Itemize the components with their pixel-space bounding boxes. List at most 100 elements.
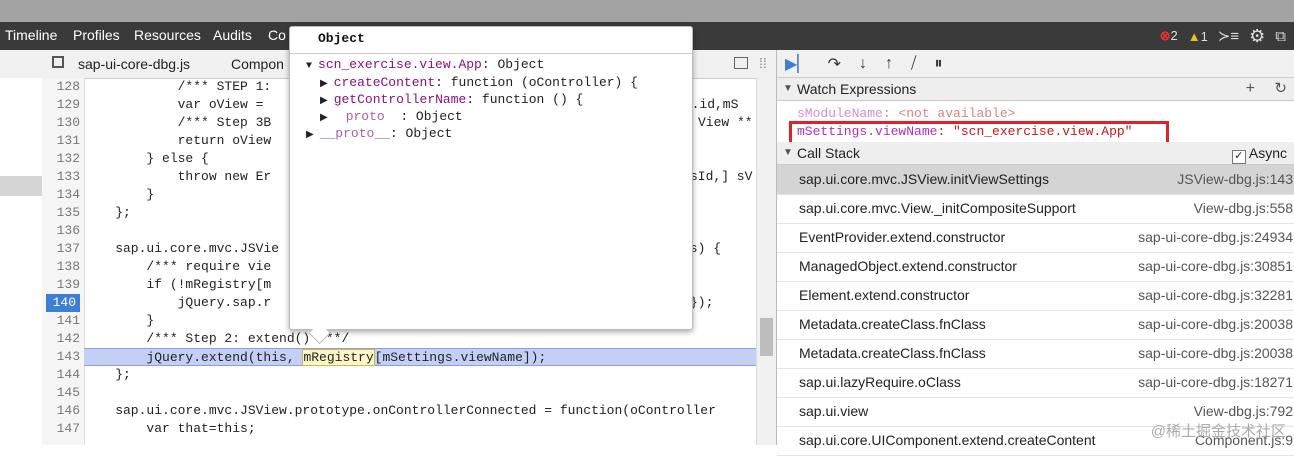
- line-number[interactable]: 141: [42, 312, 80, 330]
- call-frame-function: EventProvider.extend.constructor: [799, 229, 1006, 245]
- line-number[interactable]: 145: [42, 384, 80, 402]
- code-line[interactable]: /*** require vie: [84, 258, 271, 276]
- step-into-icon[interactable]: ↓: [859, 55, 867, 73]
- call-frame-location[interactable]: JSView-dbg.js:143: [1177, 165, 1293, 194]
- call-frame[interactable]: sap.ui.lazyRequire.oClass sap-ui-core-dbg…: [777, 368, 1294, 398]
- code-line[interactable]: jQuery.sap.r: [84, 294, 272, 312]
- code-line[interactable]: return oView: [84, 132, 272, 150]
- code-line[interactable]: };: [84, 204, 131, 222]
- popover-proto-row[interactable]: ▶ __proto__: Object: [306, 125, 452, 142]
- popover-root-row[interactable]: ▼ scn_exercise.view.App: Object: [306, 56, 544, 73]
- tab-profiles[interactable]: Profiles: [73, 22, 120, 50]
- code-line[interactable]: var oView =: [84, 96, 271, 114]
- line-number[interactable]: 129: [42, 96, 80, 114]
- code-line[interactable]: sap.ui.core.mvc.JSView.prototype.onContr…: [84, 402, 716, 420]
- call-frame-location[interactable]: sap-ui-core-dbg.js:20038: [1138, 339, 1293, 368]
- tab-console[interactable]: Co: [268, 22, 286, 50]
- code-line-tail: });: [690, 295, 714, 310]
- debugger-toggle-icon[interactable]: [734, 57, 748, 69]
- code-line[interactable]: }: [84, 312, 154, 330]
- code-line[interactable]: /*** STEP 1:: [84, 78, 279, 96]
- editor-scrollbar[interactable]: [756, 78, 777, 445]
- line-number[interactable]: 137: [42, 240, 80, 258]
- line-number[interactable]: 128: [42, 78, 80, 96]
- line-number[interactable]: 138: [42, 258, 80, 276]
- call-frame-location[interactable]: sap-ui-core-dbg.js:24934: [1138, 223, 1293, 252]
- file-tab-component[interactable]: Compon: [231, 50, 284, 78]
- line-number[interactable]: 144: [42, 366, 80, 384]
- line-number[interactable]: 134: [42, 186, 80, 204]
- code-line[interactable]: /*** Step 3B: [84, 114, 272, 132]
- code-line[interactable]: sap.ui.core.mvc.JSVie: [84, 240, 279, 258]
- code-line[interactable]: }: [84, 186, 154, 204]
- file-tab-sap-ui-core[interactable]: sap-ui-core-dbg.js: [78, 50, 190, 78]
- code-line-tail: View **: [698, 115, 753, 130]
- call-frame-function: Metadata.createClass.fnClass: [799, 345, 986, 361]
- step-over-icon[interactable]: ↷: [828, 54, 841, 74]
- code-line-tail: sId,] sV: [690, 169, 753, 184]
- call-frame-function: sap.ui.view: [799, 403, 869, 419]
- gear-icon[interactable]: ⚙: [1249, 26, 1265, 47]
- scrollbar-thumb[interactable]: [760, 318, 773, 356]
- line-number[interactable]: 132: [42, 150, 80, 168]
- call-frame[interactable]: ManagedObject.extend.constructor sap-ui-c…: [777, 252, 1294, 282]
- code-line[interactable]: throw new Er: [84, 168, 272, 186]
- call-frame[interactable]: Metadata.createClass.fnClass sap-ui-core-…: [777, 310, 1294, 340]
- call-frame-location[interactable]: View-dbg.js:558: [1194, 194, 1293, 223]
- call-frame[interactable]: Metadata.createClass.fnClass sap-ui-core-…: [777, 339, 1294, 369]
- line-number[interactable]: 135: [42, 204, 80, 222]
- add-watch-icon[interactable]: +: [1246, 78, 1255, 100]
- call-frame-location[interactable]: sap-ui-core-dbg.js:32281: [1138, 281, 1293, 310]
- warning-count[interactable]: ▲1: [1188, 29, 1208, 44]
- line-number[interactable]: 147: [42, 420, 80, 438]
- code-line[interactable]: };: [84, 366, 131, 384]
- tab-timeline[interactable]: Timeline: [5, 22, 57, 50]
- line-number[interactable]: 142: [42, 330, 80, 348]
- error-count[interactable]: ⊗2: [1160, 28, 1178, 44]
- current-execution-line[interactable]: jQuery.extend(this, mRegistry[mSettings.…: [84, 348, 756, 366]
- call-frame-function: sap.ui.core.UIComponent.extend.createCon…: [799, 432, 1096, 448]
- line-number[interactable]: 131: [42, 132, 80, 150]
- navigator-pane: [0, 78, 43, 445]
- call-frame[interactable]: EventProvider.extend.constructor sap-ui-c…: [777, 223, 1294, 253]
- line-number[interactable]: 136: [42, 222, 80, 240]
- debugger-toolbar: ▶▏ ↷ ↓ ↑ ⧸ ⏸: [777, 50, 1294, 78]
- call-frame[interactable]: Element.extend.constructor sap-ui-core-db…: [777, 281, 1294, 311]
- code-line[interactable]: if (!mRegistry[m: [84, 276, 271, 294]
- call-frame-location[interactable]: sap-ui-core-dbg.js:18271: [1138, 368, 1293, 397]
- pause-on-exceptions-icon[interactable]: ⏸: [934, 55, 942, 73]
- step-out-icon[interactable]: ↑: [885, 55, 893, 73]
- collapse-triangle-icon: ▶: [306, 130, 320, 141]
- call-frame-location[interactable]: sap-ui-core-dbg.js:20038: [1138, 310, 1293, 339]
- async-toggle[interactable]: ✓ Async: [1231, 142, 1287, 164]
- tab-resources[interactable]: Resources: [134, 22, 201, 50]
- watch-expressions-header[interactable]: ▼ Watch Expressions + ↻: [777, 78, 1294, 101]
- popover-property-row[interactable]: ▶ createContent: function (oController) …: [320, 74, 638, 91]
- breakpoint-line-number[interactable]: 140: [46, 294, 80, 312]
- line-number[interactable]: 139: [42, 276, 80, 294]
- popover-property-row[interactable]: ▶ getControllerName: function () {: [320, 91, 583, 108]
- call-frame[interactable]: sap.ui.core.mvc.View._initCompositeSuppo…: [777, 194, 1294, 224]
- pane-grip-icon[interactable]: ⁞⁞: [759, 55, 767, 71]
- code-line[interactable]: var that=this;: [84, 420, 255, 438]
- collapse-triangle-icon: ▶: [320, 96, 334, 107]
- popover-property-row[interactable]: ▶ proto : Object: [320, 108, 463, 125]
- dock-icon[interactable]: ⧉: [1275, 28, 1286, 45]
- async-checkbox[interactable]: ✓: [1231, 150, 1246, 164]
- call-frame-location[interactable]: sap-ui-core-dbg.js:30851: [1138, 252, 1293, 281]
- line-number[interactable]: 146: [42, 402, 80, 420]
- navigator-toggle-icon[interactable]: [52, 56, 64, 68]
- tab-audits[interactable]: Audits: [213, 22, 252, 50]
- line-number[interactable]: 143: [42, 348, 80, 366]
- console-drawer-icon[interactable]: ≻≡: [1218, 27, 1239, 45]
- line-number[interactable]: 130: [42, 114, 80, 132]
- line-number-gutter[interactable]: 128 129 130 131 132 133 134 135 136 137 138 139 140 1…: [42, 78, 85, 445]
- hovered-token[interactable]: mRegistry: [302, 349, 375, 366]
- code-line[interactable]: } else {: [84, 150, 208, 168]
- resume-icon[interactable]: ▶▏: [785, 54, 810, 74]
- line-number[interactable]: 133: [42, 168, 80, 186]
- refresh-icon[interactable]: ↻: [1274, 78, 1287, 100]
- deactivate-breakpoints-icon[interactable]: ⧸: [911, 55, 916, 73]
- call-frame[interactable]: sap.ui.core.mvc.JSView.initViewSettings J…: [777, 165, 1294, 195]
- call-stack-header[interactable]: ▼ Call Stack ✓ Async: [777, 142, 1294, 165]
